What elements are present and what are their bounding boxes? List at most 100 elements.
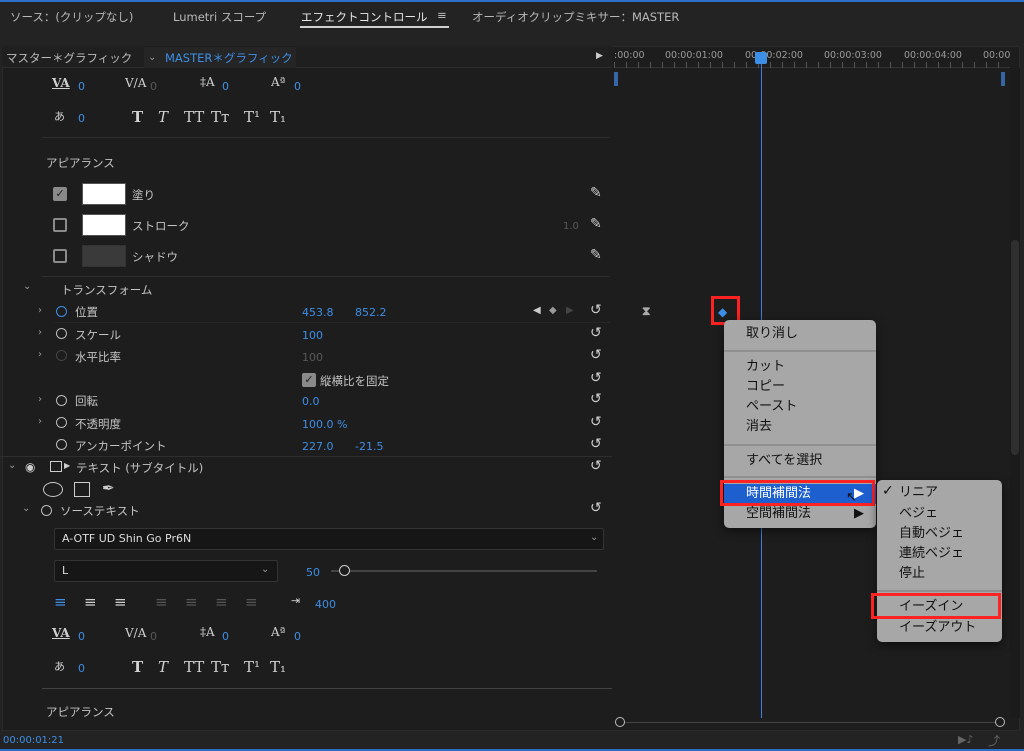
font-style-dropdown[interactable]: L	[54, 560, 278, 582]
uniform-scale-checkbox[interactable]: ✓	[302, 373, 316, 387]
collapse-text-chevron[interactable]: ⌄	[8, 460, 16, 471]
menu-item-undo[interactable]: 取り消し	[724, 324, 876, 344]
eyedropper-icon[interactable]: ✎	[590, 247, 602, 263]
superscript-button[interactable]: T¹	[244, 108, 260, 126]
reset-icon[interactable]: ↺	[590, 500, 602, 516]
baseline-value[interactable]: 0	[294, 80, 301, 93]
leading-value[interactable]: 0	[222, 80, 229, 93]
shadow-color-swatch[interactable]	[82, 245, 126, 267]
kerning-value[interactable]: 0	[150, 80, 157, 93]
tsume-value[interactable]: 0	[78, 112, 85, 125]
tracking-value[interactable]: 0	[78, 80, 85, 93]
all-caps-button[interactable]: TT	[184, 108, 204, 126]
eye-visibility-icon[interactable]: ◉	[25, 460, 35, 474]
tsume-value[interactable]: 0	[78, 662, 85, 675]
master-clip-label[interactable]: マスター＊グラフィック	[6, 50, 132, 66]
expand-position-chevron[interactable]: ›	[38, 305, 42, 316]
faux-bold-button[interactable]: T	[132, 658, 143, 676]
menu-item-spatial-interpolation[interactable]: 空間補間法 ▶	[724, 504, 876, 524]
align-right-button[interactable]: ≡	[114, 595, 127, 610]
submenu-item-hold[interactable]: 停止	[877, 564, 1002, 584]
fill-checkbox[interactable]: ✓	[53, 187, 67, 201]
all-caps-button[interactable]: TT	[184, 658, 204, 676]
reset-icon[interactable]: ↺	[590, 347, 602, 363]
zoom-handle-right[interactable]	[995, 717, 1005, 727]
clip-label[interactable]: MASTER＊グラフィック	[165, 50, 293, 66]
collapse-transform-chevron[interactable]: ⌄	[23, 281, 31, 292]
export-icon[interactable]: ⤴	[988, 732, 1000, 749]
fill-color-swatch[interactable]	[82, 183, 126, 205]
stroke-width-value[interactable]: 1.0	[563, 221, 579, 232]
collapse-source-text-chevron[interactable]: ⌄	[22, 503, 30, 514]
font-size-slider-track[interactable]	[331, 570, 597, 572]
zoom-handle-left[interactable]	[615, 717, 625, 727]
stopwatch-icon[interactable]	[56, 306, 67, 317]
tab-width-value[interactable]: 400	[315, 598, 336, 611]
stroke-checkbox[interactable]	[53, 218, 67, 232]
submenu-item-linear[interactable]: リニア	[877, 483, 1002, 503]
justify-all-button[interactable]: ≡	[245, 595, 258, 610]
reset-icon[interactable]: ↺	[590, 325, 602, 341]
reset-icon[interactable]: ↺	[590, 370, 602, 386]
menu-item-copy[interactable]: コピー	[724, 377, 876, 397]
submenu-item-ease-out[interactable]: イーズアウト	[877, 618, 1002, 638]
eyedropper-icon[interactable]: ✎	[590, 216, 602, 232]
ellipse-tool-icon[interactable]	[43, 482, 63, 497]
tab-audio-clip-mixer[interactable]: オーディオクリップミキサー：MASTER	[472, 9, 679, 25]
playhead-handle[interactable]	[755, 52, 767, 64]
expand-rotation-chevron[interactable]: ›	[38, 394, 42, 405]
expand-scale-chevron[interactable]: ›	[38, 327, 42, 338]
next-keyframe-icon[interactable]: ▶	[566, 305, 574, 316]
small-caps-button[interactable]: Tт	[211, 108, 229, 126]
tab-effect-controls[interactable]: エフェクトコントロール	[301, 9, 428, 25]
stopwatch-icon[interactable]	[56, 439, 67, 450]
justify-right-button[interactable]: ≡	[215, 595, 228, 610]
expand-scale-width-chevron[interactable]: ›	[38, 349, 42, 360]
reset-icon[interactable]: ↺	[590, 391, 602, 407]
position-y-value[interactable]: 852.2	[355, 306, 387, 319]
kerning-value[interactable]: 0	[150, 630, 157, 643]
reset-icon[interactable]: ↺	[590, 436, 602, 452]
current-timecode[interactable]: 00:00:01:21	[3, 735, 64, 746]
menu-item-paste[interactable]: ペースト	[724, 397, 876, 417]
align-left-button[interactable]: ≡	[54, 595, 67, 610]
submenu-item-bezier[interactable]: ベジェ	[877, 504, 1002, 524]
superscript-button[interactable]: T¹	[244, 658, 260, 676]
stopwatch-icon[interactable]	[56, 417, 67, 428]
add-keyframe-icon[interactable]: ◆	[549, 305, 557, 316]
stroke-color-swatch[interactable]	[82, 214, 126, 236]
menu-item-select-all[interactable]: すべてを選択	[724, 451, 876, 471]
anchor-x-value[interactable]: 227.0	[302, 440, 334, 453]
submenu-item-auto-bezier[interactable]: 自動ベジェ	[877, 524, 1002, 544]
leading-value[interactable]: 0	[222, 630, 229, 643]
small-caps-button[interactable]: Tт	[211, 658, 229, 676]
stopwatch-icon[interactable]	[41, 505, 52, 516]
eyedropper-icon[interactable]: ✎	[590, 185, 602, 201]
show-timeline-toggle-icon[interactable]: ▶	[596, 51, 603, 61]
font-family-dropdown[interactable]: A-OTF UD Shin Go Pr6N	[54, 528, 604, 550]
position-x-value[interactable]: 453.8	[302, 306, 334, 319]
play-audio-icon[interactable]: ▶♪	[958, 733, 973, 746]
tab-source[interactable]: ソース：(クリップなし)	[10, 9, 133, 25]
subscript-button[interactable]: T₁	[270, 108, 286, 126]
baseline-value[interactable]: 0	[294, 630, 301, 643]
opacity-value[interactable]: 100.0 %	[302, 418, 347, 431]
font-size-value[interactable]: 50	[306, 566, 320, 579]
vertical-scrollbar-thumb[interactable]	[1011, 240, 1019, 455]
tracking-value[interactable]: 0	[78, 630, 85, 643]
reset-icon[interactable]: ↺	[590, 302, 602, 318]
subscript-button[interactable]: T₁	[270, 658, 286, 676]
scale-value[interactable]: 100	[302, 329, 323, 342]
faux-bold-button[interactable]: T	[132, 108, 143, 126]
submenu-item-continuous-bezier[interactable]: 連続ベジェ	[877, 544, 1002, 564]
expand-opacity-chevron[interactable]: ›	[38, 416, 42, 427]
pen-tool-icon[interactable]: ✒	[102, 479, 115, 497]
reset-icon[interactable]: ↺	[590, 414, 602, 430]
faux-italic-button[interactable]: T	[158, 108, 168, 126]
panel-menu-icon[interactable]: ≡	[437, 8, 447, 22]
rotation-value[interactable]: 0.0	[302, 395, 320, 408]
zoom-scrollbar-track[interactable]	[620, 722, 1000, 723]
stopwatch-icon[interactable]	[56, 395, 67, 406]
align-center-button[interactable]: ≡	[84, 595, 97, 610]
menu-item-clear[interactable]: 消去	[724, 417, 876, 437]
